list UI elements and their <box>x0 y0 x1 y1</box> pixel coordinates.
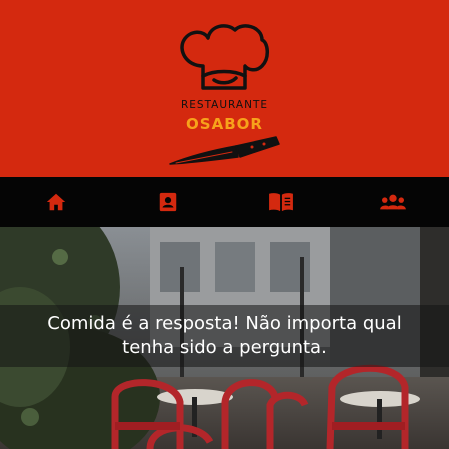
menu-book-icon <box>268 193 293 212</box>
chef-hat-icon <box>180 24 269 90</box>
contact-card-icon <box>160 192 177 212</box>
nav-item-contact[interactable] <box>112 177 224 227</box>
caption-band: Comida é a resposta! Não importa qual te… <box>0 305 449 367</box>
brand-title: OSABOR <box>186 115 263 133</box>
users-icon <box>380 194 406 210</box>
home-icon <box>46 193 66 211</box>
knife-icon <box>169 136 280 165</box>
nav-bar <box>0 177 449 227</box>
hero-caption-line2: tenha sido a pergunta. <box>122 337 327 358</box>
chef-logo <box>169 24 280 165</box>
hero-caption-line1: Comida é a resposta! Não importa qual <box>47 313 402 334</box>
nav-item-home[interactable] <box>0 177 112 227</box>
header: RESTAURANTE OSABOR <box>0 0 449 177</box>
nav-item-team[interactable] <box>337 177 449 227</box>
hero-banner: Comida é a resposta! Não importa qual te… <box>0 227 449 449</box>
hero-caption: Comida é a resposta! Não importa qual te… <box>15 312 435 360</box>
nav-item-menu[interactable] <box>225 177 337 227</box>
brand-subtitle: RESTAURANTE <box>180 99 269 111</box>
